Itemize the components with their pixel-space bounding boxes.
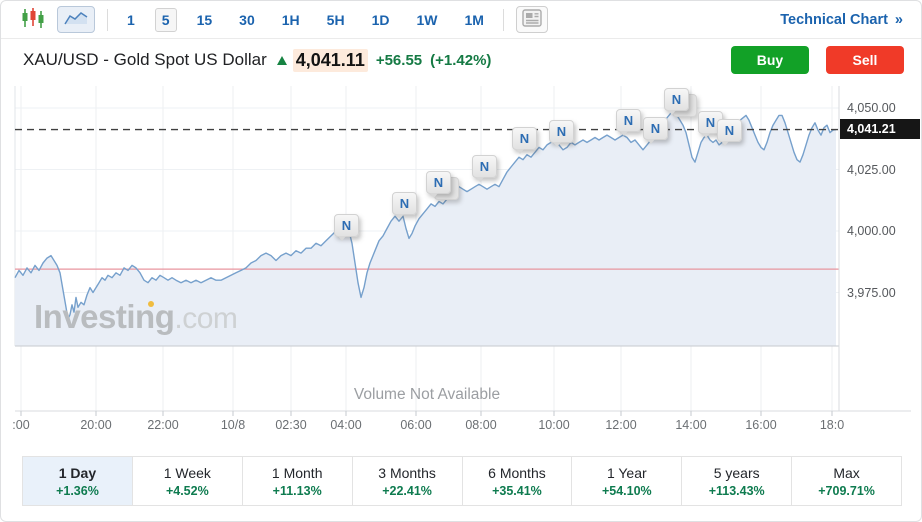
x-axis-label: 12:00 <box>605 418 636 432</box>
technical-chart-link[interactable]: Technical Chart » <box>780 12 907 28</box>
timeframe-1w[interactable]: 1W <box>409 8 444 32</box>
price-change: +56.55 <box>376 52 422 69</box>
news-marker[interactable]: N <box>426 171 451 194</box>
buy-button[interactable]: Buy <box>731 46 809 74</box>
x-axis-label: 04:00 <box>330 418 361 432</box>
last-price: 4,041.11 <box>293 49 368 72</box>
news-marker[interactable]: N <box>334 214 359 237</box>
period-change: +1.36% <box>56 484 99 498</box>
period-label: 1 Year <box>607 465 647 481</box>
period-tab-3-months[interactable]: 3 Months +22.41% <box>353 457 463 505</box>
period-tab-1-year[interactable]: 1 Year +54.10% <box>572 457 682 505</box>
x-axis-label: 08:00 <box>465 418 496 432</box>
x-axis-label: 10:00 <box>538 418 569 432</box>
news-marker[interactable]: N <box>392 192 417 215</box>
timeframe-1h[interactable]: 1H <box>275 8 307 32</box>
timeframe-15[interactable]: 15 <box>190 8 220 32</box>
price-change-percent: (+1.42%) <box>430 52 491 69</box>
period-change: +35.41% <box>492 484 542 498</box>
news-panel-icon <box>522 9 542 30</box>
area-chart-icon <box>63 9 89 30</box>
chevron-right-icon: » <box>895 12 903 28</box>
x-axis-label: 02:30 <box>275 418 306 432</box>
period-tab-6-months[interactable]: 6 Months +35.41% <box>463 457 573 505</box>
period-performance-bar: 1 Day +1.36% 1 Week +4.52% 1 Month +11.13% 3 M… <box>22 456 902 506</box>
volume-message: Volume Not Available <box>1 386 853 404</box>
x-axis-label: 16:00 <box>745 418 776 432</box>
news-marker[interactable]: N <box>643 117 668 140</box>
instrument-header: XAU/USD - Gold Spot US Dollar 4,041.11 +… <box>1 39 921 81</box>
period-change: +54.10% <box>602 484 652 498</box>
x-axis-label: 22:00 <box>147 418 178 432</box>
y-axis-label: 4,000.00 <box>847 224 896 238</box>
period-label: 1 Month <box>272 465 323 481</box>
news-panel-button[interactable] <box>516 6 548 33</box>
candlestick-chart-button[interactable] <box>15 6 51 33</box>
price-up-arrow-icon <box>277 56 287 65</box>
period-label: 6 Months <box>488 465 546 481</box>
x-axis-label: 10/8 <box>221 418 245 432</box>
period-change: +709.71% <box>818 484 875 498</box>
toolbar-divider <box>503 9 504 31</box>
period-label: 1 Week <box>164 465 211 481</box>
period-tab-max[interactable]: Max +709.71% <box>792 457 901 505</box>
investing-watermark: Investing.com <box>34 298 237 336</box>
price-chart-canvas[interactable] <box>1 86 922 436</box>
sell-button[interactable]: Sell <box>826 46 904 74</box>
timeframe-1d[interactable]: 1D <box>365 8 397 32</box>
instrument-title: XAU/USD - Gold Spot US Dollar <box>23 50 267 70</box>
period-label: 1 Day <box>59 465 96 481</box>
news-marker[interactable]: N <box>549 120 574 143</box>
y-axis-label: 4,025.00 <box>847 163 896 177</box>
timeframe-1[interactable]: 1 <box>120 8 142 32</box>
candlestick-chart-icon <box>21 7 45 32</box>
news-marker[interactable]: N <box>717 119 742 142</box>
x-axis-label: :00 <box>12 418 29 432</box>
timeframe-group: 15 15 30 1H 5H 1D 1W 1M <box>120 8 491 32</box>
timeframe-1m[interactable]: 1M <box>457 8 490 32</box>
period-tab-1-week[interactable]: 1 Week +4.52% <box>133 457 243 505</box>
chart-toolbar: 15 15 30 1H 5H 1D 1W 1M Technical Chart » <box>1 1 921 39</box>
period-label: Max <box>833 465 859 481</box>
news-marker[interactable]: N <box>664 88 689 111</box>
period-tab-1-day[interactable]: 1 Day +1.36% <box>23 457 133 505</box>
timeframe-5[interactable]: 5 <box>155 8 177 32</box>
technical-chart-label: Technical Chart <box>780 12 888 28</box>
period-label: 5 years <box>714 465 760 481</box>
timeframe-5h[interactable]: 5H <box>320 8 352 32</box>
y-axis-label: 4,050.00 <box>847 101 896 115</box>
news-marker[interactable]: N <box>512 127 537 150</box>
last-price-axis-tag: 4,041.21 <box>840 119 920 139</box>
period-tab-1-month[interactable]: 1 Month +11.13% <box>243 457 353 505</box>
period-change: +22.41% <box>382 484 432 498</box>
period-change: +11.13% <box>273 484 322 498</box>
watermark-suffix: .com <box>174 302 237 335</box>
y-axis-label: 3,975.00 <box>847 286 896 300</box>
watermark-dot-icon <box>148 301 154 307</box>
period-change: +4.52% <box>166 484 209 498</box>
x-axis-label: 18:0 <box>820 418 844 432</box>
area-chart-button[interactable] <box>57 6 95 33</box>
period-label: 3 Months <box>378 465 436 481</box>
x-axis-label: 20:00 <box>80 418 111 432</box>
timeframe-30[interactable]: 30 <box>232 8 262 32</box>
period-change: +113.43% <box>709 484 765 498</box>
period-tab-5-years[interactable]: 5 years +113.43% <box>682 457 792 505</box>
toolbar-divider <box>107 9 108 31</box>
x-axis-label: 06:00 <box>400 418 431 432</box>
x-axis-label: 14:00 <box>675 418 706 432</box>
gold-chart-widget: 15 15 30 1H 5H 1D 1W 1M Technical Chart » XAU/U… <box>0 0 922 522</box>
news-marker[interactable]: N <box>472 155 497 178</box>
news-marker[interactable]: N <box>616 109 641 132</box>
